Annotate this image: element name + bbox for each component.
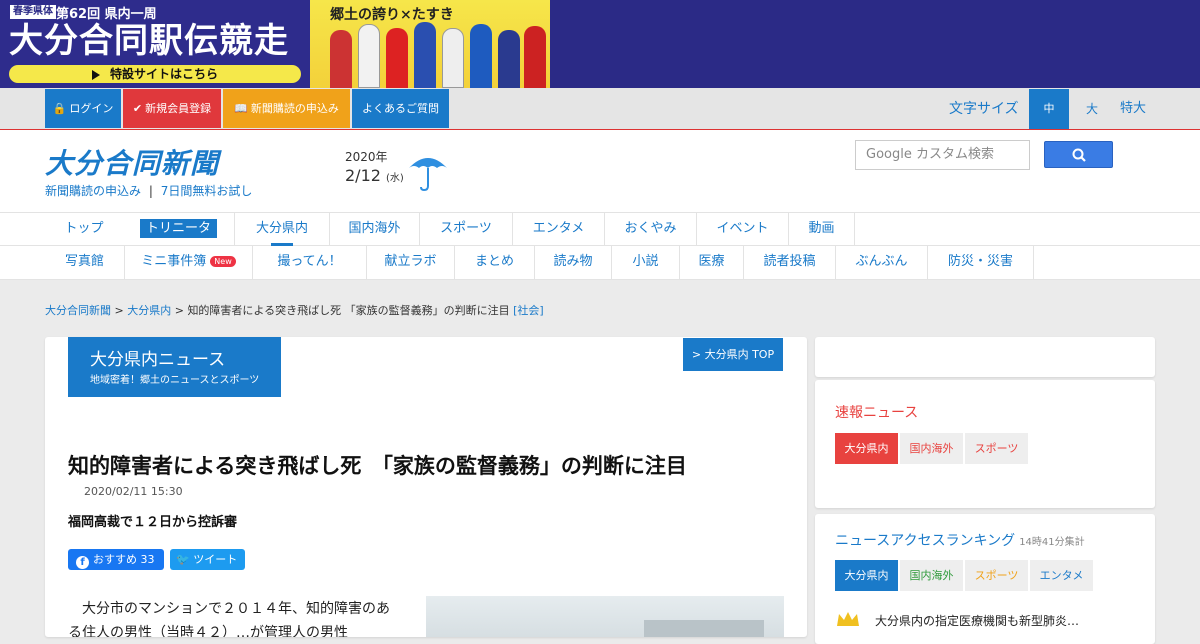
nav-reading[interactable]: 読み物 bbox=[535, 246, 612, 279]
article-card: 大分県内ニュース 地域密着！郷土のニュースとスポーツ > 大分県内 TOP 知的… bbox=[45, 337, 807, 637]
nav-top[interactable]: トップ bbox=[45, 213, 123, 246]
umbrella-weather-icon bbox=[409, 158, 447, 192]
nav-recipe-lab[interactable]: 献立ラボ bbox=[367, 246, 455, 279]
breadcrumb-category[interactable]: [社会] bbox=[513, 304, 544, 317]
section-subtitle: 地域密着！郷土のニュースとスポーツ bbox=[90, 375, 260, 386]
top-banner[interactable]: 春季県体 第62回 県内一周 大分合同駅伝競走 特設サイトはこちら 郷土の誇り×… bbox=[0, 0, 1200, 88]
article-date: 2020/02/11 15:30 bbox=[84, 485, 183, 498]
nav-novels[interactable]: 小説 bbox=[612, 246, 680, 279]
new-badge: New bbox=[210, 256, 236, 267]
ranking-item-title: 大分県内の指定医療機関も新型肺炎… bbox=[875, 614, 1080, 628]
nav-disaster-prevention[interactable]: 防災・災害 bbox=[928, 246, 1034, 279]
font-size-medium-button[interactable]: 中 bbox=[1029, 89, 1069, 129]
site-header: 大分合同新聞 新聞購読の申込み | 7日間無料お試し 2020年 2/12 (水… bbox=[0, 130, 1200, 212]
tweet-button[interactable]: 🐦 ツイート bbox=[170, 549, 245, 570]
sub-nav: 写真館 ミニ事件簿 New 撮ってん！ 献立ラボ まとめ 読み物 小説 医療 読者… bbox=[0, 246, 1200, 280]
ranking-tab-sports[interactable]: スポーツ bbox=[965, 560, 1028, 591]
article-headline: 知的障害者による突き飛ばし死 「家族の監督義務」の判断に注目 bbox=[68, 454, 687, 478]
nav-bunbun[interactable]: ぶんぶん bbox=[836, 246, 928, 279]
breaking-tab-oita[interactable]: 大分県内 bbox=[835, 433, 898, 464]
font-size-large-button[interactable]: 大 bbox=[1073, 89, 1111, 129]
facebook-recommend-button[interactable]: f おすすめ 33 bbox=[68, 549, 164, 570]
nav-summary[interactable]: まとめ bbox=[455, 246, 535, 279]
font-size-label: 文字サイズ bbox=[949, 101, 1019, 117]
site-logo[interactable]: 大分合同新聞 bbox=[45, 142, 219, 182]
register-button[interactable]: ✔ 新規会員登録 bbox=[123, 89, 221, 128]
nav-reader-posts[interactable]: 読者投稿 bbox=[744, 246, 836, 279]
nav-events[interactable]: イベント bbox=[697, 213, 789, 246]
banner-tag: 春季県体 bbox=[10, 5, 56, 19]
access-ranking-panel: ニュースアクセスランキング 14時41分集計 大分県内 国内海外 スポーツ エンタ… bbox=[815, 514, 1155, 644]
lock-icon: 🔒 bbox=[52, 102, 67, 115]
ranking-title: ニュースアクセスランキング 14時41分集計 bbox=[835, 533, 1085, 549]
breadcrumb-home[interactable]: 大分合同新聞 bbox=[45, 304, 111, 317]
nav-video[interactable]: 動画 bbox=[789, 213, 855, 246]
nav-oita-local[interactable]: 大分県内 bbox=[235, 213, 330, 246]
runner-figure bbox=[524, 26, 546, 88]
breaking-tab-sports[interactable]: スポーツ bbox=[965, 433, 1028, 464]
runner-figure bbox=[442, 28, 464, 88]
breadcrumb-section[interactable]: 大分県内 bbox=[127, 304, 171, 317]
check-circle-icon: ✔ bbox=[132, 102, 143, 115]
nav-sports[interactable]: スポーツ bbox=[420, 213, 513, 246]
facebook-icon: f bbox=[76, 556, 89, 569]
banner-special-site-link[interactable]: 特設サイトはこちら bbox=[9, 65, 301, 83]
banner-slogan: 郷土の誇り×たすき bbox=[330, 7, 454, 23]
runner-figure bbox=[330, 30, 352, 88]
building-shape bbox=[644, 620, 764, 637]
search-icon bbox=[1072, 148, 1086, 162]
font-size-xlarge-button[interactable]: 特大 bbox=[1113, 89, 1153, 129]
twitter-bird-icon: 🐦 bbox=[176, 553, 190, 566]
nav-domestic-international[interactable]: 国内海外 bbox=[330, 213, 420, 246]
nav-photo-gallery[interactable]: 写真館 bbox=[45, 246, 125, 279]
article-body: 大分市のマンションで２０１４年、知的障害のある住人の男性（当時４２）…が管理人の… bbox=[68, 601, 390, 637]
nav-totten[interactable]: 撮ってん！ bbox=[253, 246, 367, 279]
faq-button[interactable]: よくあるご質問 bbox=[352, 89, 449, 128]
nav-trinita[interactable]: トリニータ bbox=[123, 213, 235, 246]
ranking-tab-oita[interactable]: 大分県内 bbox=[835, 560, 898, 591]
breaking-tab-domestic[interactable]: 国内海外 bbox=[900, 433, 963, 464]
ekiden-banner[interactable]: 春季県体 第62回 県内一周 大分合同駅伝競走 特設サイトはこちら bbox=[0, 0, 310, 88]
banner-title: 大分合同駅伝競走 bbox=[9, 21, 289, 61]
nav-entertainment[interactable]: エンタメ bbox=[513, 213, 605, 246]
main-nav: トップ トリニータ 大分県内 国内海外 スポーツ エンタメ おくやみ イベント … bbox=[0, 212, 1200, 246]
runner-figure bbox=[470, 24, 492, 88]
free-trial-link[interactable]: 7日間無料お試し bbox=[161, 184, 253, 198]
sidebar-ad-slot bbox=[815, 337, 1155, 377]
nav-medical[interactable]: 医療 bbox=[680, 246, 744, 279]
breaking-news-panel: 速報ニュース 大分県内 国内海外 スポーツ bbox=[815, 380, 1155, 508]
article-photo[interactable] bbox=[426, 596, 784, 637]
search-input[interactable]: Google カスタム検索 bbox=[855, 140, 1030, 170]
date-year: 2020年 bbox=[345, 150, 388, 164]
runner-figure bbox=[358, 24, 380, 88]
nav-mini-incidents[interactable]: ミニ事件簿 New bbox=[125, 246, 253, 279]
article-subhead: 福岡高裁で１２日から控訴審 bbox=[68, 515, 238, 530]
play-icon bbox=[91, 69, 100, 80]
link-separator: | bbox=[148, 184, 153, 198]
ranking-tab-domestic[interactable]: 国内海外 bbox=[900, 560, 963, 591]
header-sublinks: 新聞購読の申込み | 7日間無料お試し bbox=[45, 182, 252, 199]
nav-obituaries[interactable]: おくやみ bbox=[605, 213, 697, 246]
ranking-tab-entertainment[interactable]: エンタメ bbox=[1030, 560, 1093, 591]
subscribe-button[interactable]: 📖 新聞購読の申込み bbox=[223, 89, 350, 128]
breadcrumb-current: 知的障害者による突き飛ばし死 「家族の監督義務」の判断に注目 bbox=[187, 304, 510, 317]
section-header: 大分県内ニュース 地域密着！郷土のニュースとスポーツ bbox=[68, 337, 281, 397]
runner-figure bbox=[386, 28, 408, 88]
login-button[interactable]: 🔒 ログイン bbox=[45, 89, 121, 128]
crown-icon bbox=[837, 612, 859, 626]
book-icon: 📖 bbox=[234, 102, 248, 115]
breaking-news-title: 速報ニュース bbox=[835, 405, 919, 421]
subscribe-link[interactable]: 新聞購読の申込み bbox=[45, 184, 141, 198]
utility-bar: 🔒 ログイン ✔ 新規会員登録 📖 新聞購読の申込み よくあるご質問 文字サイズ 中 … bbox=[0, 88, 1200, 130]
ranking-note: 14時41分集計 bbox=[1019, 537, 1085, 548]
runner-figure bbox=[414, 22, 436, 88]
runner-figure bbox=[498, 30, 520, 88]
section-title: 大分県内ニュース bbox=[90, 350, 226, 370]
breadcrumb: 大分合同新聞 > 大分県内 > 知的障害者による突き飛ばし死 「家族の監督義務」… bbox=[45, 304, 544, 317]
date-day: 2/12 (水) bbox=[345, 166, 404, 185]
section-top-link[interactable]: > 大分県内 TOP bbox=[683, 338, 783, 371]
search-button[interactable] bbox=[1044, 141, 1113, 168]
banner-runners-photo[interactable]: 郷土の誇り×たすき bbox=[310, 0, 550, 88]
